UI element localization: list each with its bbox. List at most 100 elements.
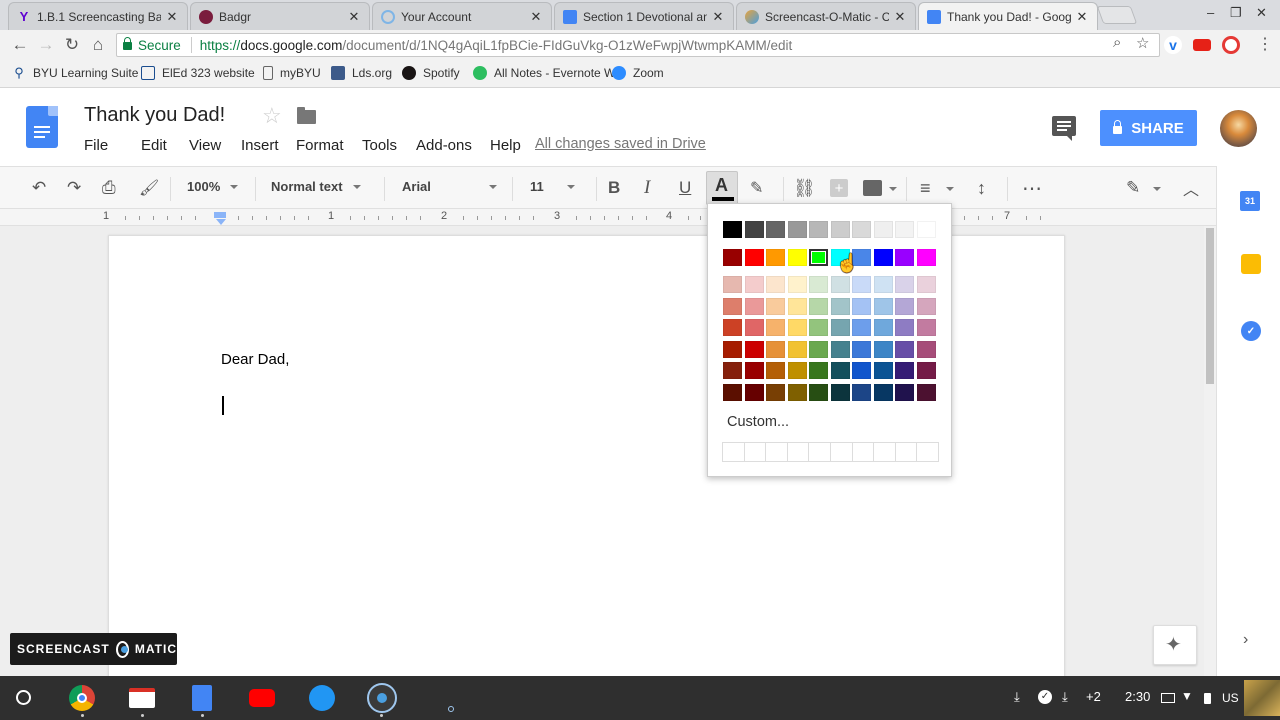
line-spacing-icon[interactable]: ↕ xyxy=(977,177,986,199)
zoom-select[interactable]: 100% xyxy=(187,179,239,194)
color-swatch[interactable] xyxy=(916,362,936,379)
color-swatch[interactable] xyxy=(744,297,764,315)
docs-app-icon[interactable] xyxy=(192,685,212,711)
reload-icon[interactable]: ↻ xyxy=(62,35,82,55)
share-button[interactable]: SHARE xyxy=(1100,110,1197,146)
color-swatch[interactable] xyxy=(723,297,742,315)
color-swatch[interactable] xyxy=(916,319,936,336)
sync-check-icon[interactable]: ✓ xyxy=(1038,690,1052,704)
menu-addons[interactable]: Add-ons xyxy=(416,137,490,154)
color-swatch[interactable] xyxy=(873,340,893,358)
browser-tab-active[interactable]: Thank you Dad! - Google ✕ xyxy=(918,2,1098,30)
maximize-icon[interactable]: ❐ xyxy=(1230,5,1242,21)
close-tab-icon[interactable]: ✕ xyxy=(347,9,361,25)
files-app-icon[interactable] xyxy=(309,685,335,711)
color-swatch[interactable] xyxy=(895,340,914,358)
star-icon[interactable]: ☆ xyxy=(262,103,282,129)
browser-tab[interactable]: Screencast-O-Matic - Chr ✕ xyxy=(736,2,916,30)
color-swatch[interactable] xyxy=(809,297,828,315)
color-swatch[interactable] xyxy=(873,276,893,293)
chevron-down-icon[interactable] xyxy=(1153,187,1161,191)
battery-icon[interactable] xyxy=(1204,693,1211,704)
color-swatch[interactable] xyxy=(723,319,742,336)
custom-color-slot[interactable] xyxy=(765,442,788,462)
custom-color-slot[interactable] xyxy=(851,442,875,462)
save-status-link[interactable]: All changes saved in Drive xyxy=(535,136,706,152)
chrome-app-icon[interactable] xyxy=(69,685,95,711)
paragraph-style-select[interactable]: Normal text xyxy=(271,179,361,194)
avatar[interactable] xyxy=(1220,110,1257,147)
calendar-icon[interactable]: 31 xyxy=(1240,191,1260,211)
close-tab-icon[interactable]: ✕ xyxy=(711,9,725,25)
menu-help[interactable]: Help xyxy=(490,137,521,154)
vertical-scrollbar[interactable] xyxy=(1204,226,1216,676)
color-swatch[interactable] xyxy=(852,362,871,379)
tasks-icon[interactable]: ✓ xyxy=(1241,321,1261,341)
undo-icon[interactable]: ↶ xyxy=(32,177,46,199)
forward-icon[interactable]: → xyxy=(36,35,56,55)
color-swatch[interactable] xyxy=(873,297,893,315)
color-swatch[interactable] xyxy=(916,221,936,238)
home-icon[interactable]: ⌂ xyxy=(88,35,108,55)
launcher-icon[interactable] xyxy=(16,690,31,705)
bookmark-item[interactable]: ⚲ BYU Learning Suite xyxy=(12,65,138,80)
color-swatch[interactable] xyxy=(895,383,914,401)
browser-tab[interactable]: Badgr ✕ xyxy=(190,2,370,30)
color-swatch[interactable] xyxy=(873,362,893,379)
browser-tab[interactable]: Your Account ✕ xyxy=(372,2,552,30)
chevron-right-icon[interactable]: › xyxy=(1243,631,1248,649)
color-swatch[interactable] xyxy=(895,276,914,293)
close-tab-icon[interactable]: ✕ xyxy=(893,9,907,25)
color-swatch[interactable] xyxy=(830,221,850,238)
color-swatch[interactable] xyxy=(809,221,828,238)
insert-image-icon[interactable] xyxy=(863,180,882,196)
font-size-select[interactable]: 11 xyxy=(530,179,575,194)
color-swatch[interactable] xyxy=(744,340,764,358)
color-swatch[interactable] xyxy=(830,319,850,336)
chevron-down-icon[interactable] xyxy=(946,187,954,191)
color-swatch[interactable] xyxy=(830,383,850,401)
color-swatch[interactable] xyxy=(916,297,936,315)
bookmark-item[interactable]: Lds.org xyxy=(331,66,392,80)
redo-icon[interactable]: ↷ xyxy=(67,177,81,199)
color-swatch[interactable] xyxy=(787,362,807,379)
comments-icon[interactable] xyxy=(1052,116,1076,141)
color-swatch[interactable] xyxy=(873,221,893,238)
highlight-color-icon[interactable]: ✎ xyxy=(750,177,763,199)
document-body-text[interactable]: Dear Dad, xyxy=(221,351,289,368)
browser-tab[interactable]: Y 1.B.1 Screencasting Badg ✕ xyxy=(8,2,188,30)
editing-mode-icon[interactable]: ✎ xyxy=(1126,177,1140,199)
close-tab-icon[interactable]: ✕ xyxy=(1075,9,1089,25)
color-swatch[interactable] xyxy=(852,340,871,358)
screen-icon[interactable] xyxy=(1161,693,1175,703)
color-swatch[interactable] xyxy=(766,297,785,315)
color-swatch[interactable] xyxy=(744,319,764,336)
menu-file[interactable]: File xyxy=(84,137,141,154)
color-swatch[interactable] xyxy=(852,221,871,238)
color-swatch[interactable] xyxy=(895,221,914,238)
color-swatch[interactable] xyxy=(809,249,828,266)
explore-button[interactable] xyxy=(1153,625,1197,665)
color-swatch[interactable] xyxy=(852,319,871,336)
color-swatch[interactable] xyxy=(766,362,785,379)
color-swatch[interactable] xyxy=(744,276,764,293)
color-swatch[interactable] xyxy=(852,297,871,315)
color-swatch[interactable] xyxy=(916,340,936,358)
custom-color-slot[interactable] xyxy=(894,442,918,462)
color-swatch[interactable] xyxy=(916,249,936,266)
bold-button[interactable]: B xyxy=(608,177,620,199)
custom-color-slot[interactable] xyxy=(829,442,853,462)
menu-tools[interactable]: Tools xyxy=(362,137,416,154)
custom-color-slot[interactable] xyxy=(786,442,810,462)
font-select[interactable]: Arial xyxy=(402,179,497,194)
screencast-recorder-icon[interactable] xyxy=(1193,39,1211,51)
clock[interactable]: 2:30 xyxy=(1125,689,1150,704)
color-swatch[interactable] xyxy=(766,221,785,238)
folder-icon[interactable] xyxy=(297,107,316,124)
italic-button[interactable]: I xyxy=(644,177,650,199)
color-swatch[interactable] xyxy=(744,362,764,379)
paint-format-icon[interactable]: 🖌 xyxy=(139,177,159,199)
custom-color-slot[interactable] xyxy=(808,442,831,462)
link-icon[interactable]: ⛓ xyxy=(793,177,816,199)
close-tab-icon[interactable]: ✕ xyxy=(165,9,179,25)
